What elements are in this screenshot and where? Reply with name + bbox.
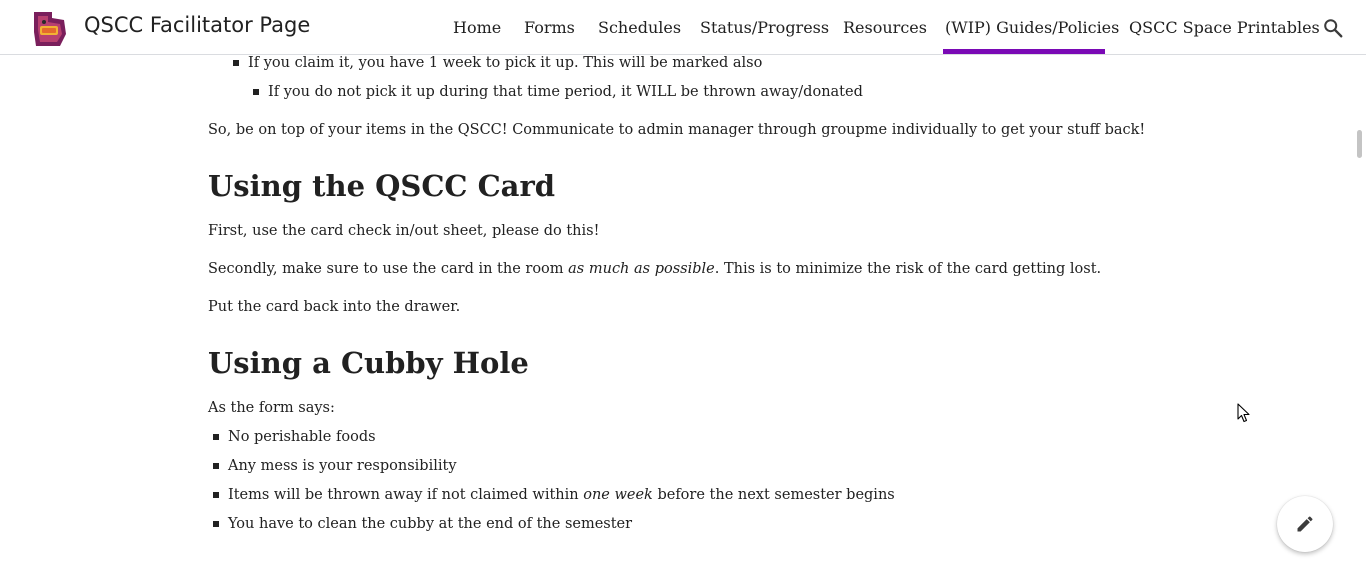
- site-header: QSCC Facilitator Page Home Forms Schedul…: [0, 0, 1366, 55]
- nav-guides-policies[interactable]: (WIP) Guides/Policies: [945, 18, 1119, 37]
- search-icon[interactable]: [1322, 17, 1344, 39]
- paragraph-items-reminder: So, be on top of your items in the QSCC!…: [208, 122, 1146, 138]
- heading-qscc-card: Using the QSCC Card: [208, 169, 556, 203]
- paragraph-card-room: Secondly, make sure to use the card in t…: [208, 259, 1101, 279]
- edit-button[interactable]: [1277, 496, 1333, 552]
- nav-forms[interactable]: Forms: [524, 18, 575, 37]
- bullet-marker: [213, 492, 219, 498]
- site-title[interactable]: QSCC Facilitator Page: [84, 13, 310, 37]
- mouse-cursor-icon: [1237, 403, 1250, 423]
- nav-space-printables[interactable]: QSCC Space Printables: [1129, 18, 1320, 37]
- scrollbar-thumb[interactable]: [1357, 130, 1362, 158]
- paragraph-cubby-intro: As the form says:: [208, 400, 335, 416]
- bullet-marker: [253, 89, 259, 95]
- paragraph-card-room-rest: . This is to minimize the risk of the ca…: [714, 261, 1102, 277]
- paragraph-card-drawer: Put the card back into the drawer.: [208, 299, 461, 315]
- paragraph-card-room-emphasis: as much as possible: [568, 261, 715, 277]
- list-item-thrown-away-text: Items will be thrown away if not claimed…: [228, 487, 584, 503]
- list-item-thrown-away-rest: before the next semester begins: [652, 487, 895, 503]
- nav-active-indicator: [943, 49, 1105, 54]
- nav-status-progress[interactable]: Status/Progress: [700, 18, 829, 37]
- bullet-marker: [213, 434, 219, 440]
- list-item-claim: If you claim it, you have 1 week to pick…: [248, 55, 763, 71]
- pencil-icon: [1297, 516, 1313, 532]
- list-item-thrown-away-emphasis: one week: [583, 487, 653, 503]
- list-item-mess: Any mess is your responsibility: [228, 458, 457, 474]
- list-item-perishable: No perishable foods: [228, 429, 376, 445]
- paragraph-card-sheet: First, use the card check in/out sheet, …: [208, 223, 600, 239]
- site-logo[interactable]: [30, 10, 68, 48]
- nav-schedules[interactable]: Schedules: [598, 18, 681, 37]
- list-item-thrown-away: Items will be thrown away if not claimed…: [228, 485, 895, 505]
- list-item-clean-cubby: You have to clean the cubby at the end o…: [228, 516, 633, 532]
- list-item-pickup: If you do not pick it up during that tim…: [268, 84, 863, 100]
- bullet-marker: [213, 521, 219, 527]
- heading-cubby-hole: Using a Cubby Hole: [208, 346, 529, 380]
- bullet-marker: [213, 463, 219, 469]
- bullet-marker: [233, 60, 239, 66]
- nav-resources[interactable]: Resources: [843, 18, 927, 37]
- paragraph-card-room-text: Secondly, make sure to use the card in t…: [208, 261, 569, 277]
- nav-home[interactable]: Home: [453, 18, 501, 37]
